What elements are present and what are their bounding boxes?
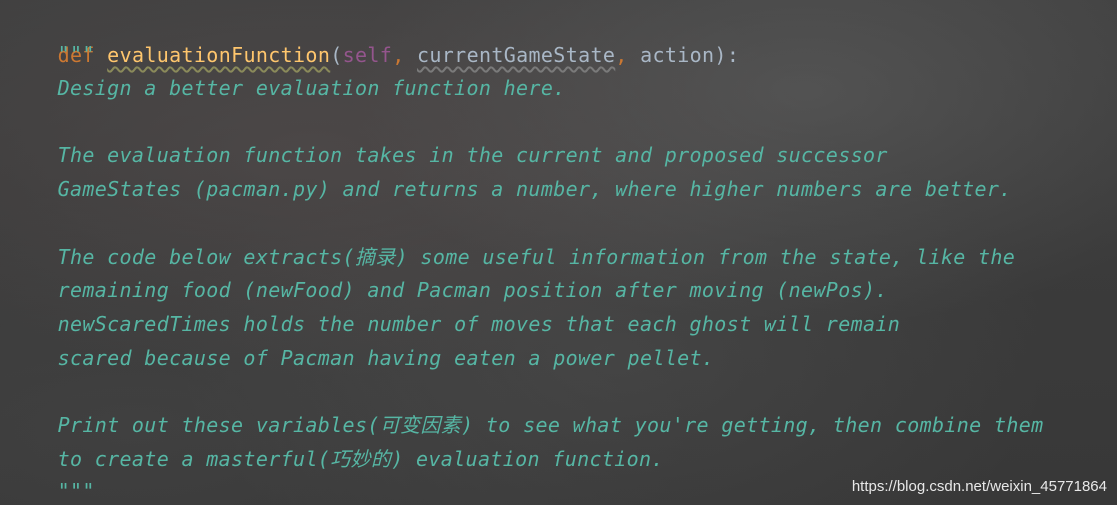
watermark-url: https://blog.csdn.net/weixin_45771864 — [851, 478, 1107, 495]
docstring-line: Print out these variables(可变因素) to see w… — [8, 413, 1044, 437]
docstring-line: """ — [8, 42, 95, 66]
close-paren-colon: ): — [714, 43, 740, 67]
docstring-line: """ — [8, 479, 95, 503]
docstring-line: to create a masterful(巧妙的) evaluation fu… — [8, 447, 664, 471]
docstring-line: newScaredTimes holds the number of moves… — [8, 312, 901, 336]
separator-2: , — [615, 43, 641, 67]
open-paren: ( — [330, 43, 343, 67]
docstring-line: The code below extracts(摘录) some useful … — [8, 245, 1016, 269]
docstring-line: Design a better evaluation function here… — [8, 76, 566, 100]
docstring-line: The evaluation function takes in the cur… — [8, 143, 888, 167]
param-action: action — [640, 43, 715, 67]
function-name: evaluationFunction — [107, 43, 331, 67]
code-editor[interactable]: def evaluationFunction(self, currentGame… — [0, 0, 1117, 505]
docstring-line: scared because of Pacman having eaten a … — [8, 346, 715, 370]
docstring-line: remaining food (newFood) and Pacman posi… — [8, 278, 888, 302]
def-line: def evaluationFunction(self, currentGame… — [8, 4, 739, 67]
self-param: self — [342, 43, 393, 67]
docstring-line: GameStates (pacman.py) and returns a num… — [8, 177, 1012, 201]
param-current-game-state: currentGameState — [417, 43, 616, 67]
separator-1: , — [392, 43, 417, 67]
